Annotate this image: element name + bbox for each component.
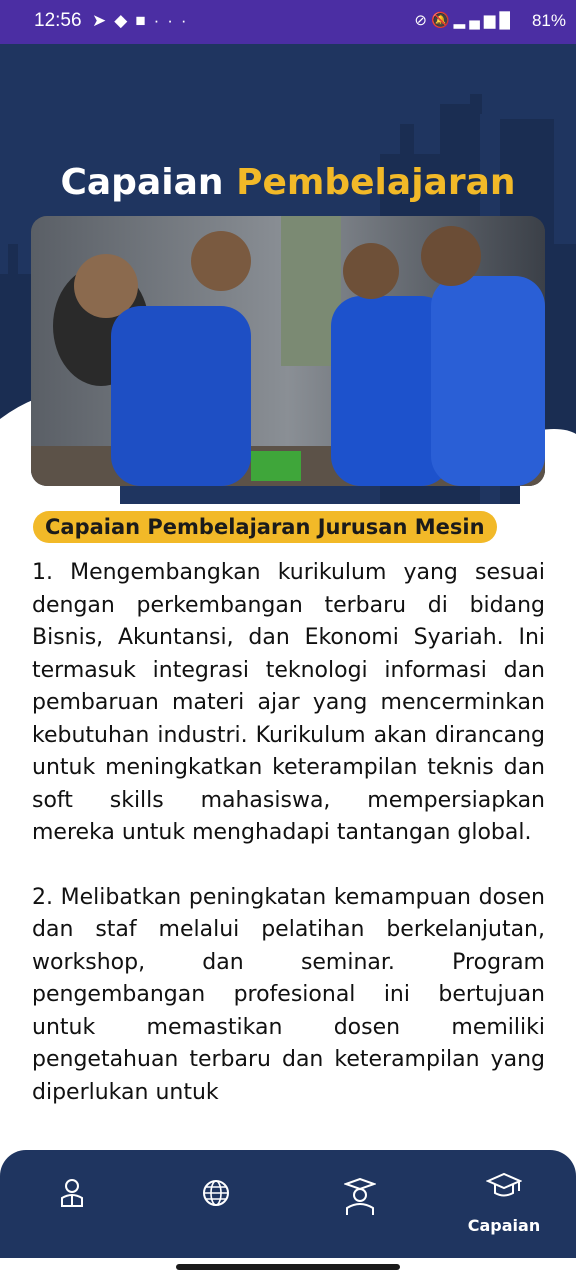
nav-item-student[interactable] [0, 1150, 144, 1250]
content-text: 1. Mengembangkan kurikulum yang sesuai d… [32, 557, 545, 1157]
signal-icon: ▂▄▆█ [453, 12, 514, 29]
student-reading-icon [61, 1179, 83, 1207]
globe-icon [203, 1180, 229, 1206]
bottom-navigation: Capaian [0, 1150, 576, 1258]
nav-item-capaian[interactable]: Capaian [432, 1150, 576, 1250]
title-part-2: Pembelajaran [236, 162, 516, 203]
hero-photo [31, 216, 545, 486]
mute-icon: 🔕 [430, 12, 454, 29]
workshop-photo-illustration [31, 216, 545, 486]
nav-item-globe[interactable] [144, 1150, 288, 1250]
page-title: Capaian Pembelajaran [0, 162, 576, 203]
paragraph-2: 2. Melibatkan peningkatan kemampuan dose… [32, 884, 545, 1105]
graduation-cap-icon [486, 1172, 522, 1197]
nav-label-capaian: Capaian [467, 1216, 541, 1235]
home-indicator[interactable] [176, 1264, 400, 1270]
battery-icon: 81% [531, 11, 566, 30]
nav-item-graduate[interactable] [288, 1150, 432, 1250]
telegram-icon: ➤ [92, 11, 115, 30]
more-icon: ··· [153, 11, 195, 30]
graduate-icon [344, 1178, 376, 1215]
section-badge: Capaian Pembelajaran Jurusan Mesin [33, 511, 497, 543]
notification-icons: ➤◆■··· [92, 11, 195, 31]
status-time: 12:56 [34, 10, 82, 31]
system-icons: ⊘🔕▂▄▆█ [414, 11, 514, 29]
title-part-1: Capaian [60, 162, 224, 203]
status-bar: 12:56 ➤◆■··· ⊘🔕▂▄▆█ 81% [0, 0, 576, 44]
square-icon: ■ [135, 11, 154, 30]
link-icon: ⊘ [414, 12, 431, 29]
diamond-icon: ◆ [114, 11, 136, 30]
paragraph-1: 1. Mengembangkan kurikulum yang sesuai d… [32, 560, 545, 845]
